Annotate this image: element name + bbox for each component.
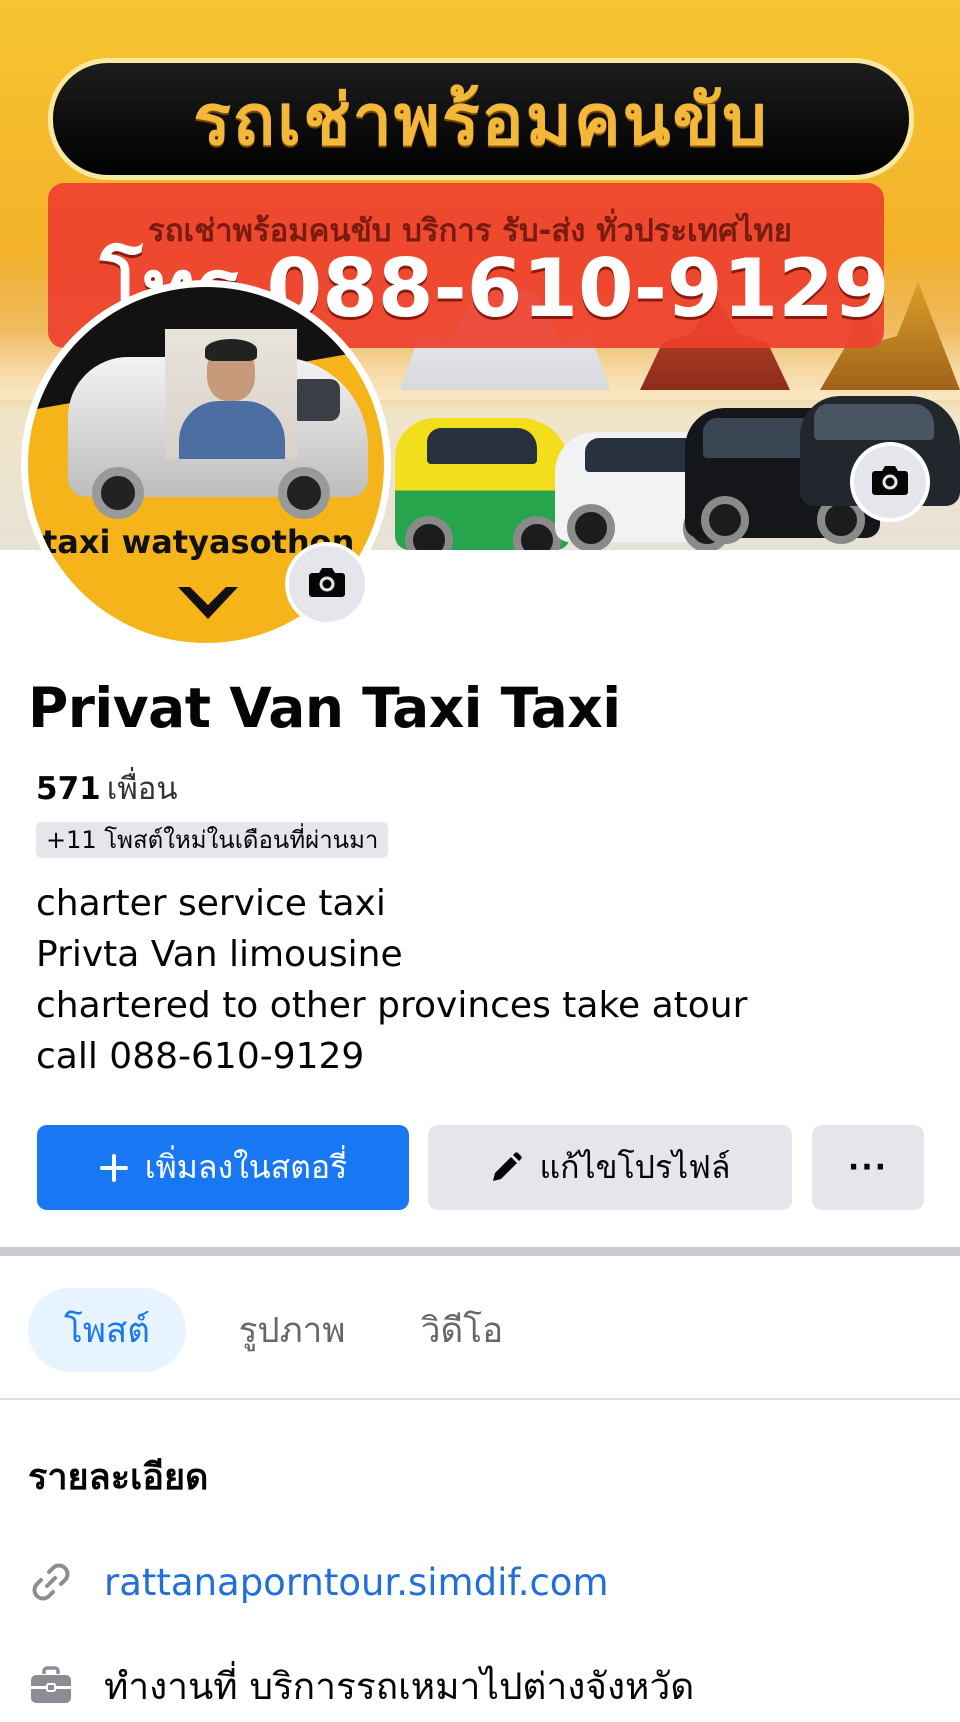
avatar-chevron-logo (178, 587, 238, 619)
edit-profile-label: แก้ไขโปรไฟล์ (539, 1148, 731, 1186)
new-posts-badge: +11 โพสต์ใหม่ในเดือนที่ผ่านมา (36, 822, 389, 858)
pencil-icon (489, 1151, 523, 1185)
camera-icon (308, 566, 346, 602)
camera-icon (871, 464, 909, 500)
cover-title-banner: รถเช่าพร้อมคนขับ (48, 58, 914, 180)
work-row: ทำงานที่ บริการรถเหมาไปต่างจังหวัด (28, 1656, 694, 1716)
avatar-person-photo (165, 329, 297, 459)
tab-posts[interactable]: โพสต์ (28, 1288, 186, 1372)
tab-videos[interactable]: วิดีโอ (400, 1288, 524, 1372)
website-link[interactable]: rattanaporntour.simdif.com (104, 1561, 609, 1604)
cover-car-taxi (395, 418, 570, 550)
friends-count-number: 571 (36, 771, 101, 807)
friends-count[interactable]: 571 เพื่อน (36, 763, 178, 813)
bio-line: chartered to other provinces take atour (36, 985, 748, 1026)
friends-label: เพื่อน (106, 771, 178, 807)
bio-line: call 088-610-9129 (36, 1036, 365, 1077)
cover-camera-button[interactable] (850, 442, 930, 522)
tab-videos-label: วิดีโอ (420, 1310, 504, 1351)
link-icon (28, 1559, 74, 1605)
avatar-camera-button[interactable] (285, 542, 369, 626)
website-link-row[interactable]: rattanaporntour.simdif.com (28, 1552, 609, 1612)
bio-line: Privta Van limousine (36, 934, 403, 975)
edit-profile-button[interactable]: แก้ไขโปรไฟล์ (428, 1125, 792, 1210)
briefcase-icon (28, 1663, 74, 1709)
add-to-story-label: เพิ่มลงในสตอรี่ (144, 1148, 348, 1186)
tabs-divider (0, 1398, 960, 1400)
profile-bio: charter service taxi Privta Van limousin… (36, 878, 747, 1082)
details-heading: รายละเอียด (28, 1457, 209, 1498)
more-options-button[interactable]: ··· (812, 1125, 924, 1210)
work-text: ทำงานที่ บริการรถเหมาไปต่างจังหวัด (104, 1664, 695, 1708)
cover-title: รถเช่าพร้อมคนขับ (193, 78, 769, 161)
section-divider (0, 1247, 960, 1256)
more-dots-icon: ··· (847, 1150, 889, 1185)
tab-posts-label: โพสต์ (64, 1310, 150, 1351)
tab-photos-label: รูปภาพ (238, 1310, 346, 1351)
add-to-story-button[interactable]: เพิ่มลงในสตอรี่ (37, 1125, 409, 1210)
tab-photos[interactable]: รูปภาพ (212, 1288, 372, 1372)
bio-line: charter service taxi (36, 883, 386, 924)
plus-icon (99, 1153, 129, 1183)
profile-name: Privat Van Taxi Taxi (28, 676, 621, 740)
